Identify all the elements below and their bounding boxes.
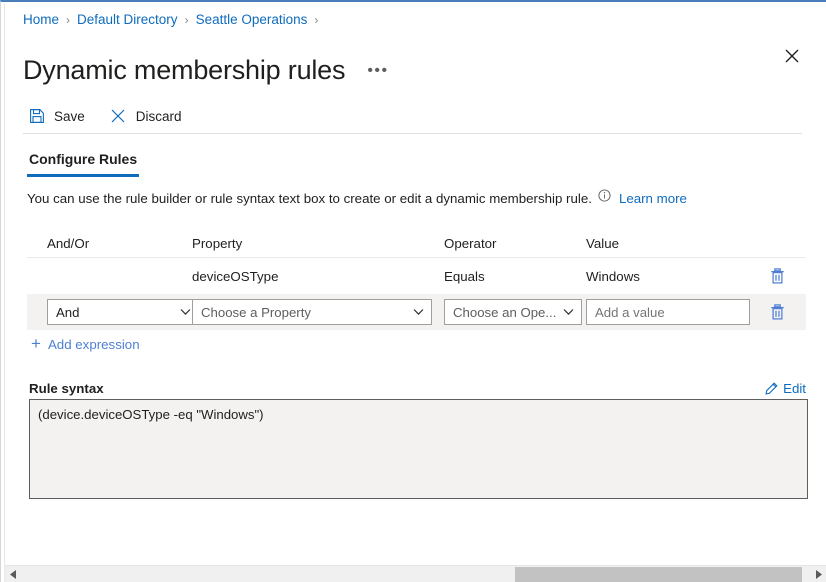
column-header-value: Value (586, 236, 620, 251)
row-value-cell (586, 299, 766, 325)
tab-configure-rules-label: Configure Rules (29, 151, 138, 167)
scrollbar-thumb[interactable] (514, 566, 803, 582)
breadcrumb-separator: › (184, 12, 189, 27)
row-delete-cell (766, 265, 806, 287)
breadcrumb-item-home[interactable]: Home (23, 12, 59, 27)
table-row-editor: And Choose a Property Choose an Ope... A… (27, 294, 806, 330)
row-andor-cell: And (27, 299, 199, 325)
rule-syntax-label: Rule syntax (29, 381, 104, 396)
edit-rule-syntax-button[interactable]: Edit (764, 381, 806, 396)
more-options-button[interactable]: ••• (367, 62, 388, 80)
operator-select-placeholder: Choose an Ope... (453, 304, 557, 320)
left-edge-sliver (1, 4, 5, 582)
andor-select-value: And (56, 304, 80, 320)
row-property-cell: Choose a Property (192, 299, 444, 325)
column-header-operator: Operator (444, 236, 497, 251)
property-select-placeholder: Choose a Property (201, 304, 311, 320)
breadcrumb-separator: › (66, 12, 71, 27)
command-bar-divider (23, 133, 802, 134)
scrollbar-track[interactable] (22, 566, 810, 582)
command-bar: Save Discard (23, 99, 803, 133)
row-operator-cell: Choose an Ope... (444, 299, 586, 325)
triangle-left-icon[interactable] (5, 566, 22, 582)
discard-label: Discard (135, 108, 182, 124)
rules-table: And/Or Property Operator Value deviceOST… (27, 234, 806, 330)
dynamic-membership-rules-blade: Home › Default Directory › Seattle Opera… (0, 0, 826, 582)
page-title: Dynamic membership rules (23, 55, 346, 86)
triangle-right-icon[interactable] (810, 566, 826, 582)
breadcrumb-separator: › (314, 12, 319, 27)
learn-more-link[interactable]: Learn more (619, 191, 687, 206)
tab-bar: Configure Rules (27, 149, 140, 177)
rule-syntax-textarea[interactable]: (device.deviceOSType -eq "Windows") (29, 399, 808, 499)
close-icon[interactable] (778, 42, 806, 70)
plus-icon: + (31, 334, 41, 353)
row-property: deviceOSType (192, 268, 279, 284)
row-delete-cell (766, 301, 806, 323)
save-label: Save (54, 108, 85, 124)
row-value: Windows (586, 268, 640, 284)
value-input[interactable] (586, 299, 750, 325)
breadcrumb-item-seattle-operations[interactable]: Seattle Operations (196, 12, 308, 27)
add-expression-button[interactable]: + Add expression (31, 334, 140, 353)
save-floppy-icon (27, 107, 46, 126)
discard-button[interactable]: Discard (105, 101, 192, 131)
save-button[interactable]: Save (23, 101, 95, 131)
pencil-icon (764, 382, 778, 396)
column-header-andor: And/Or (47, 236, 90, 251)
tab-configure-rules[interactable]: Configure Rules (27, 149, 140, 177)
rule-syntax-header: Rule syntax Edit (29, 381, 806, 396)
trash-icon[interactable] (766, 265, 788, 287)
trash-icon[interactable] (766, 301, 788, 323)
discard-x-icon (109, 107, 128, 126)
chevron-down-icon (413, 309, 424, 316)
rules-table-header: And/Or Property Operator Value (27, 234, 806, 258)
property-select[interactable]: Choose a Property (192, 299, 432, 325)
table-row: deviceOSType Equals Windows (27, 258, 806, 294)
chevron-down-icon (563, 309, 574, 316)
description-text: You can use the rule builder or rule syn… (27, 191, 592, 206)
breadcrumb: Home › Default Directory › Seattle Opera… (23, 12, 325, 27)
row-operator: Equals (444, 268, 485, 284)
add-expression-label: Add expression (47, 337, 140, 352)
breadcrumb-item-default-directory[interactable]: Default Directory (77, 12, 178, 27)
andor-select[interactable]: And (47, 299, 199, 325)
title-row: Dynamic membership rules ••• (23, 34, 389, 106)
description-row: You can use the rule builder or rule syn… (27, 189, 687, 206)
chevron-down-icon (180, 309, 191, 316)
column-header-property: Property (192, 236, 243, 251)
info-circle-icon[interactable] (598, 189, 611, 202)
operator-select[interactable]: Choose an Ope... (444, 299, 582, 325)
horizontal-scrollbar[interactable] (5, 565, 826, 582)
edit-rule-syntax-label: Edit (783, 381, 806, 396)
